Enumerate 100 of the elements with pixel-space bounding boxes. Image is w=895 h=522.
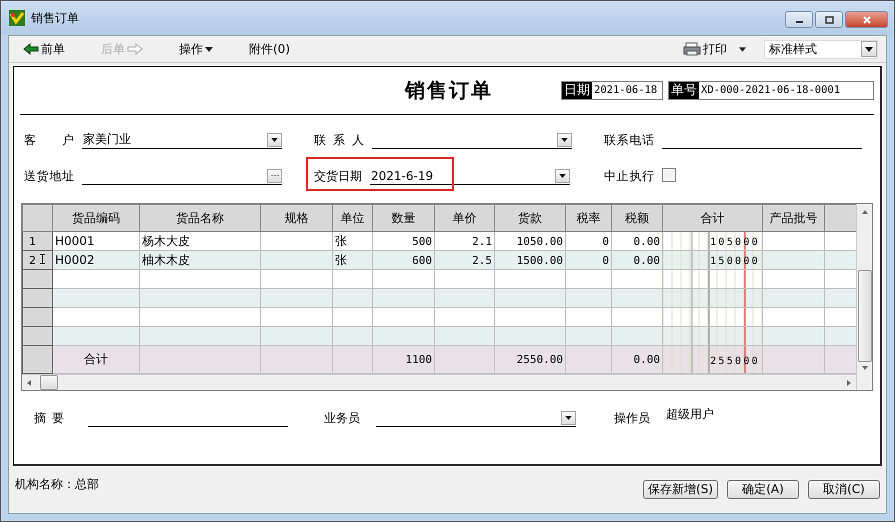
column-header[interactable]: 税率	[566, 204, 612, 232]
table-cell: H0002	[52, 250, 140, 270]
table-cell	[260, 250, 332, 270]
table-cell	[332, 288, 372, 308]
table-cell	[824, 346, 856, 374]
column-header[interactable]: 货品编码	[52, 204, 140, 232]
table-cell: 柚木木皮	[140, 250, 260, 270]
date-field[interactable]: 日期 2021-06-18	[561, 81, 663, 100]
input-field[interactable]	[82, 167, 282, 185]
column-header[interactable]: 货款	[494, 204, 566, 232]
row-header	[22, 288, 52, 308]
table-cell	[762, 288, 824, 308]
action-button[interactable]: 保存新增(S)	[643, 480, 718, 499]
table-cell: 600	[372, 250, 434, 270]
printer-icon	[683, 42, 701, 56]
style-select[interactable]: 标准样式	[764, 40, 878, 58]
table-cell	[824, 326, 856, 346]
field-label: 业务员	[324, 410, 361, 427]
column-header[interactable]: 货品名称	[140, 204, 260, 232]
left-arrow-icon	[23, 43, 39, 55]
number-field[interactable]: 单号 XD-000-2021-06-18-0001	[668, 81, 874, 100]
table-cell	[372, 288, 434, 308]
maximize-button[interactable]	[815, 11, 843, 28]
window-title: 销售订单	[31, 10, 79, 26]
table-cell	[434, 326, 494, 346]
table-cell	[260, 326, 332, 346]
table-cell	[824, 288, 856, 308]
table-cell	[494, 326, 566, 346]
action-button[interactable]: 确定(A)	[727, 480, 799, 499]
app-logo-icon	[9, 10, 25, 26]
operator-name: 超级用户	[666, 406, 714, 423]
row-header	[22, 308, 52, 326]
input-field[interactable]	[372, 131, 572, 149]
row-number: 1	[22, 232, 52, 250]
input-field[interactable]: 2021-6-19	[370, 167, 570, 185]
table-cell: 2550.00	[494, 346, 566, 374]
table-cell: 1100	[372, 346, 434, 374]
horizontal-scrollbar[interactable]	[22, 374, 856, 390]
input-field[interactable]	[376, 409, 576, 427]
table-cell	[434, 346, 494, 374]
table-cell	[372, 326, 434, 346]
vertical-scrollbar[interactable]	[856, 204, 872, 390]
scroll-thumb[interactable]	[40, 375, 58, 390]
organization-label: 机构名称：总部	[15, 476, 99, 493]
dropdown-arrow-icon	[271, 138, 278, 142]
table-cell: 0.00	[612, 250, 662, 270]
table-cell	[612, 288, 662, 308]
field-label: 交货日期	[314, 168, 362, 185]
row-header	[22, 270, 52, 288]
table-cell	[434, 288, 494, 308]
table-cell	[332, 326, 372, 346]
table-cell	[566, 326, 612, 346]
column-header[interactable]: 单位	[332, 204, 372, 232]
scroll-thumb[interactable]	[858, 270, 872, 362]
toolbar-button[interactable]: 附件(0)	[249, 40, 290, 58]
table-cell	[612, 326, 662, 346]
maximize-icon	[824, 14, 834, 24]
scroll-down-icon[interactable]	[862, 366, 868, 370]
table-cell	[260, 346, 332, 374]
column-header[interactable]: 单价	[434, 204, 494, 232]
table-cell: 0.00	[612, 346, 662, 374]
table-cell	[762, 346, 824, 374]
table-cell	[566, 288, 612, 308]
field-label: 客 户	[24, 132, 74, 149]
input-field[interactable]: 家美门业	[82, 131, 282, 149]
field-label: 联 系 人	[314, 132, 364, 149]
dropdown-arrow-icon	[865, 46, 873, 52]
dropdown-arrow-icon	[559, 174, 566, 178]
column-header[interactable]: 合计	[662, 204, 762, 232]
print-button[interactable]: 打印	[683, 40, 746, 58]
table-cell: 1500.00	[494, 250, 566, 270]
field-label: 中止执行	[604, 168, 654, 185]
table-cell	[762, 250, 824, 270]
close-icon	[862, 14, 872, 24]
column-header[interactable]: 数量	[372, 204, 434, 232]
table-cell: 张	[332, 250, 372, 270]
scroll-right-icon[interactable]	[847, 380, 851, 386]
scroll-left-icon[interactable]	[27, 380, 31, 386]
row-number: 2	[22, 250, 52, 270]
table-cell	[566, 346, 612, 374]
column-header[interactable]: 产品批号	[762, 204, 824, 232]
table-cell: 0	[566, 250, 612, 270]
close-button[interactable]	[845, 11, 888, 28]
column-header[interactable]: 税额	[612, 204, 662, 232]
form-title: 销售订单	[405, 77, 493, 104]
minimize-icon	[796, 21, 802, 23]
table-cell: 2.5	[434, 250, 494, 270]
caret-icon	[205, 46, 213, 52]
action-button[interactable]: 取消(C)	[808, 480, 880, 499]
checkbox[interactable]	[662, 168, 676, 182]
table-cell	[494, 288, 566, 308]
toolbar-button[interactable]: 操作	[179, 40, 213, 58]
scroll-up-icon[interactable]	[862, 210, 868, 214]
column-header[interactable]: 规格	[260, 204, 332, 232]
minimize-button[interactable]	[785, 11, 813, 28]
table-cell	[260, 288, 332, 308]
total-label: 合计	[52, 346, 140, 374]
toolbar-button[interactable]: 前单	[23, 40, 65, 58]
field-label: 联系电话	[604, 132, 654, 149]
table-cell	[762, 326, 824, 346]
